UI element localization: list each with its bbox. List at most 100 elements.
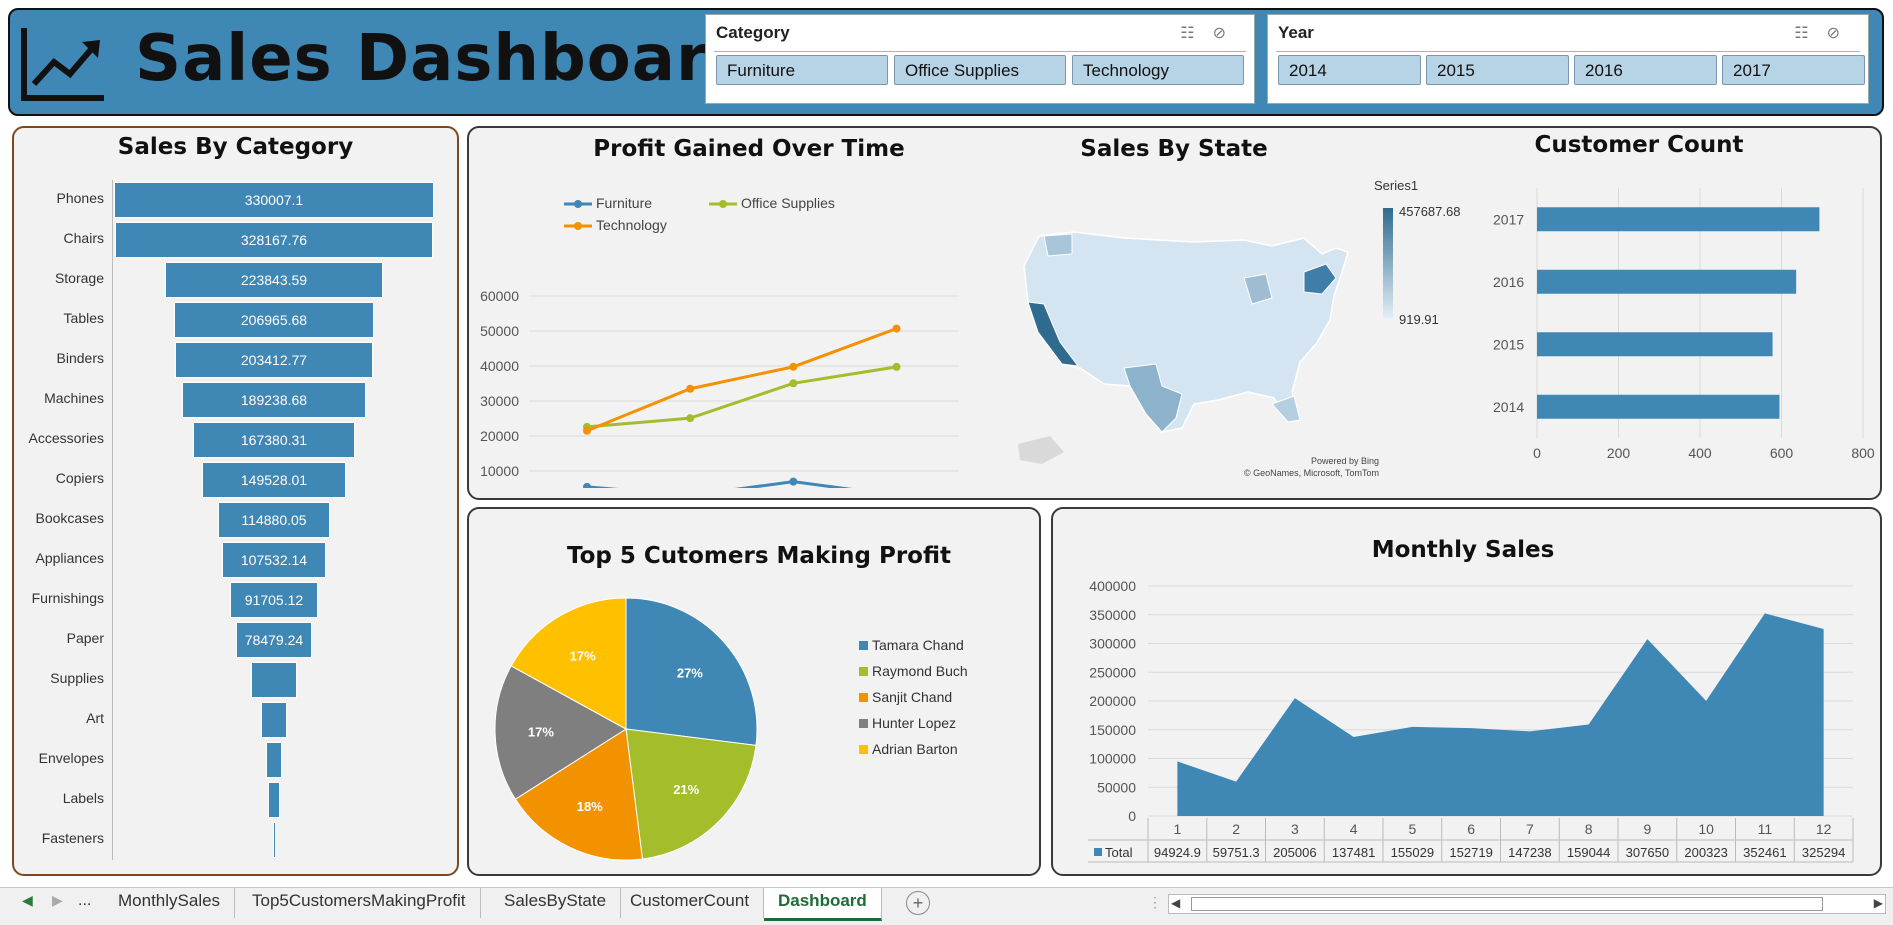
slicer-item-2014[interactable]: 2014 [1278, 55, 1421, 85]
x-tick-label: 1 [1173, 821, 1181, 837]
table-cell: 152719 [1449, 845, 1492, 860]
slice-label: 17% [528, 725, 554, 740]
tab-salesbystate[interactable]: SalesByState [490, 888, 622, 918]
table-cell: 137481 [1332, 845, 1375, 860]
slicer-item-furniture[interactable]: Furniture [716, 55, 888, 85]
table-cell: 307650 [1626, 845, 1669, 860]
legend-marker [719, 200, 727, 208]
x-tick-label: 12 [1816, 821, 1832, 837]
data-point [686, 384, 695, 393]
washington-shape [1043, 233, 1073, 257]
map-legend-min: 919.91 [1399, 312, 1439, 327]
map-legend-title: Series1 [1374, 178, 1419, 193]
x-tick-label: 10 [1698, 821, 1714, 837]
funnel-bar: 206965.68 [173, 302, 375, 338]
map-credit-providers: © GeoNames, Microsoft, TomTom [1244, 468, 1379, 478]
table-cell: 205006 [1273, 845, 1316, 860]
y-tick-label: 400000 [1089, 578, 1136, 594]
category-slicer-label: Category [716, 23, 790, 42]
category-label: Accessories [28, 430, 104, 446]
clear-filter-icon[interactable]: ☷⊘ [1794, 23, 1858, 43]
year-slicer: Year ☷⊘ 2014 2015 2016 2017 [1267, 14, 1869, 104]
funnel-bar [260, 702, 288, 738]
x-tick-label: 0 [1533, 445, 1541, 461]
legend-label: Adrian Barton [872, 741, 958, 757]
multi-select-icon[interactable]: ☷⊘ [1180, 23, 1244, 43]
us-mainland-shape [1023, 231, 1349, 433]
category-label: Chairs [63, 230, 104, 246]
scrollbar-thumb[interactable] [1191, 897, 1823, 911]
funnel-bar: 328167.76 [114, 222, 434, 258]
data-point [789, 379, 798, 388]
add-sheet-icon[interactable]: + [906, 891, 930, 915]
tab-customercount[interactable]: CustomerCount [616, 888, 765, 918]
sheet-tab-bar: ◀ ▶ ... MonthlySales Top5CustomersMaking… [0, 887, 1893, 925]
top5-customers-chart: 27% 21% 18% 17% 17% Tamara Chand Raymond Buch S… [494, 597, 968, 861]
slicer-item-2017[interactable]: 2017 [1722, 55, 1865, 85]
table-cell: 325294 [1802, 845, 1845, 860]
x-tick-label: 4 [1350, 821, 1358, 837]
data-point [789, 477, 798, 486]
sales-by-category-chart: Phones 330007.1 Chairs 328167.76 Storage 2238… [14, 180, 457, 870]
table-legend-swatch [1094, 848, 1102, 856]
top5-customers-title: Top 5 Cutomers Making Profit [566, 543, 952, 569]
x-tick-label: 800 [1851, 445, 1875, 461]
tab-scroll-left-icon[interactable]: ◀ [22, 892, 33, 909]
table-cell: 94924.9 [1154, 845, 1201, 860]
legend-swatch [859, 745, 868, 754]
funnel-bar [266, 742, 282, 778]
funnel-bar: 223843.59 [165, 262, 383, 298]
dashboard-title: Sales Dashboard [135, 22, 756, 96]
scroll-left-arrow-icon[interactable]: ◀ [1171, 896, 1180, 910]
y-tick-label: 150000 [1089, 722, 1136, 738]
y-tick-label: 100000 [1089, 751, 1136, 767]
tab-scroll-right-icon[interactable]: ▶ [52, 892, 63, 909]
category-label: Supplies [50, 670, 104, 686]
y-tick-label: 60000 [480, 288, 519, 304]
x-tick-label: 5 [1408, 821, 1416, 837]
table-row-label: Total [1105, 845, 1133, 860]
legend-marker [574, 222, 582, 230]
tab-overflow-ellipsis[interactable]: ... [78, 892, 91, 910]
funnel-bar: 107532.14 [221, 542, 327, 578]
funnel-bar: 167380.31 [192, 422, 356, 458]
y-tick-label: 2014 [1493, 399, 1524, 415]
y-tick-label: 350000 [1089, 607, 1136, 623]
category-label: Paper [66, 630, 104, 646]
slicer-item-office-supplies[interactable]: Office Supplies [894, 55, 1066, 85]
legend-label: Sanjit Chand [872, 689, 952, 705]
funnel-bar [272, 822, 276, 858]
splitter-handle-icon[interactable]: ⋮ [1148, 894, 1162, 911]
y-tick-label: 10000 [480, 463, 519, 479]
bar [1537, 394, 1780, 419]
tab-dashboard[interactable]: Dashboard [764, 888, 882, 921]
y-tick-label: 300000 [1089, 636, 1136, 652]
bar [1537, 269, 1797, 294]
y-tick-label: 250000 [1089, 664, 1136, 680]
slicer-item-2016[interactable]: 2016 [1574, 55, 1717, 85]
table-cell: 200323 [1684, 845, 1727, 860]
customer-count-title: Customer Count [1534, 132, 1744, 158]
tab-monthlysales[interactable]: MonthlySales [104, 888, 236, 918]
y-tick-label: 50000 [480, 323, 519, 339]
x-tick-label: 8 [1585, 821, 1593, 837]
funnel-bar: 114880.05 [218, 502, 330, 538]
x-tick-label: 200 [1607, 445, 1631, 461]
series-line [586, 365, 897, 429]
table-cell: 159044 [1567, 845, 1610, 860]
legend-swatch [859, 667, 868, 676]
tab-top5customersmakingprofit[interactable]: Top5CustomersMakingProfit [238, 888, 481, 918]
scroll-right-arrow-icon[interactable]: ▶ [1874, 896, 1883, 910]
slice-label: 17% [570, 649, 596, 664]
slicer-item-2015[interactable]: 2015 [1426, 55, 1569, 85]
y-tick-label: 40000 [480, 358, 519, 374]
usa-map [1018, 231, 1349, 464]
slicer-item-technology[interactable]: Technology [1072, 55, 1244, 85]
funnel-bar [267, 782, 281, 818]
category-label: Machines [44, 390, 104, 406]
category-label: Envelopes [38, 750, 104, 766]
series-line [586, 327, 898, 433]
bar [1537, 332, 1773, 357]
alaska-shape [1018, 436, 1064, 464]
horizontal-scrollbar[interactable]: ◀ ▶ [1168, 894, 1886, 914]
